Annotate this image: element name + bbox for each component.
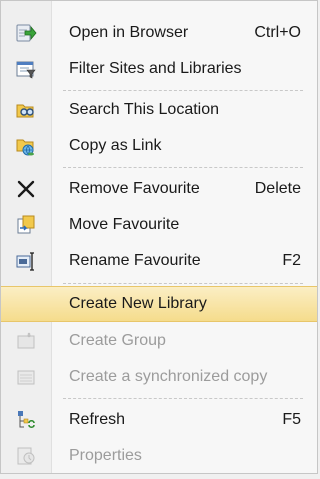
menu-item-open-in-browser[interactable]: Open in Browser Ctrl+O	[1, 15, 317, 51]
refresh-icon	[1, 402, 51, 438]
copy-link-icon	[1, 128, 51, 164]
move-favourite-icon	[1, 207, 51, 243]
menu-item-label: Properties	[69, 447, 142, 464]
menu-item-create-new-library[interactable]: Create New Library	[1, 286, 317, 322]
menu-item-remove-favourite[interactable]: Remove Favourite Delete	[1, 171, 317, 207]
menu-item-properties[interactable]: Properties	[1, 438, 317, 474]
open-in-browser-icon	[1, 15, 51, 51]
sync-copy-icon	[1, 359, 51, 395]
menu-item-refresh[interactable]: Refresh F5	[1, 402, 317, 438]
menu-item-label: Open in Browser	[69, 24, 189, 41]
menu-item-label: Create a synchronized copy	[69, 368, 268, 385]
remove-x-icon	[1, 171, 51, 207]
menu-item-shortcut: F5	[282, 411, 301, 428]
search-location-icon	[1, 92, 51, 128]
menu-item-create-synchronized-copy[interactable]: Create a synchronized copy	[1, 359, 317, 395]
menu-item-shortcut: F2	[282, 252, 301, 269]
menu-item-label: Remove Favourite	[69, 180, 200, 197]
filter-sites-icon	[1, 51, 51, 87]
menu-item-label: Create New Library	[69, 295, 207, 312]
menu-item-label: Move Favourite	[69, 216, 180, 233]
menu-item-label: Copy as Link	[69, 137, 162, 154]
menu-item-shortcut: Delete	[254, 180, 301, 197]
create-group-icon	[1, 323, 51, 359]
menu-item-filter-sites[interactable]: Filter Sites and Libraries	[1, 51, 317, 87]
separator	[63, 283, 303, 284]
menu-item-move-favourite[interactable]: Move Favourite	[1, 207, 317, 243]
menu-item-rename-favourite[interactable]: Rename Favourite F2	[1, 243, 317, 279]
rename-icon	[1, 243, 51, 279]
menu-item-search-location[interactable]: Search This Location	[1, 92, 317, 128]
menu-item-label: Search This Location	[69, 101, 220, 118]
properties-icon	[1, 438, 51, 474]
separator	[63, 167, 303, 168]
menu-item-create-group[interactable]: Create Group	[1, 323, 317, 359]
menu-item-shortcut: Ctrl+O	[254, 24, 301, 41]
menu-item-copy-as-link[interactable]: Copy as Link	[1, 128, 317, 164]
menu-item-label: Filter Sites and Libraries	[69, 60, 242, 77]
context-menu: Open in Browser Ctrl+O Filter Sites and …	[0, 0, 318, 474]
menu-item-label: Rename Favourite	[69, 252, 201, 269]
menu-item-label: Refresh	[69, 411, 126, 428]
separator	[63, 398, 303, 399]
separator	[63, 90, 303, 91]
menu-item-icon-placeholder	[1, 286, 51, 322]
menu-item-label: Create Group	[69, 332, 166, 349]
